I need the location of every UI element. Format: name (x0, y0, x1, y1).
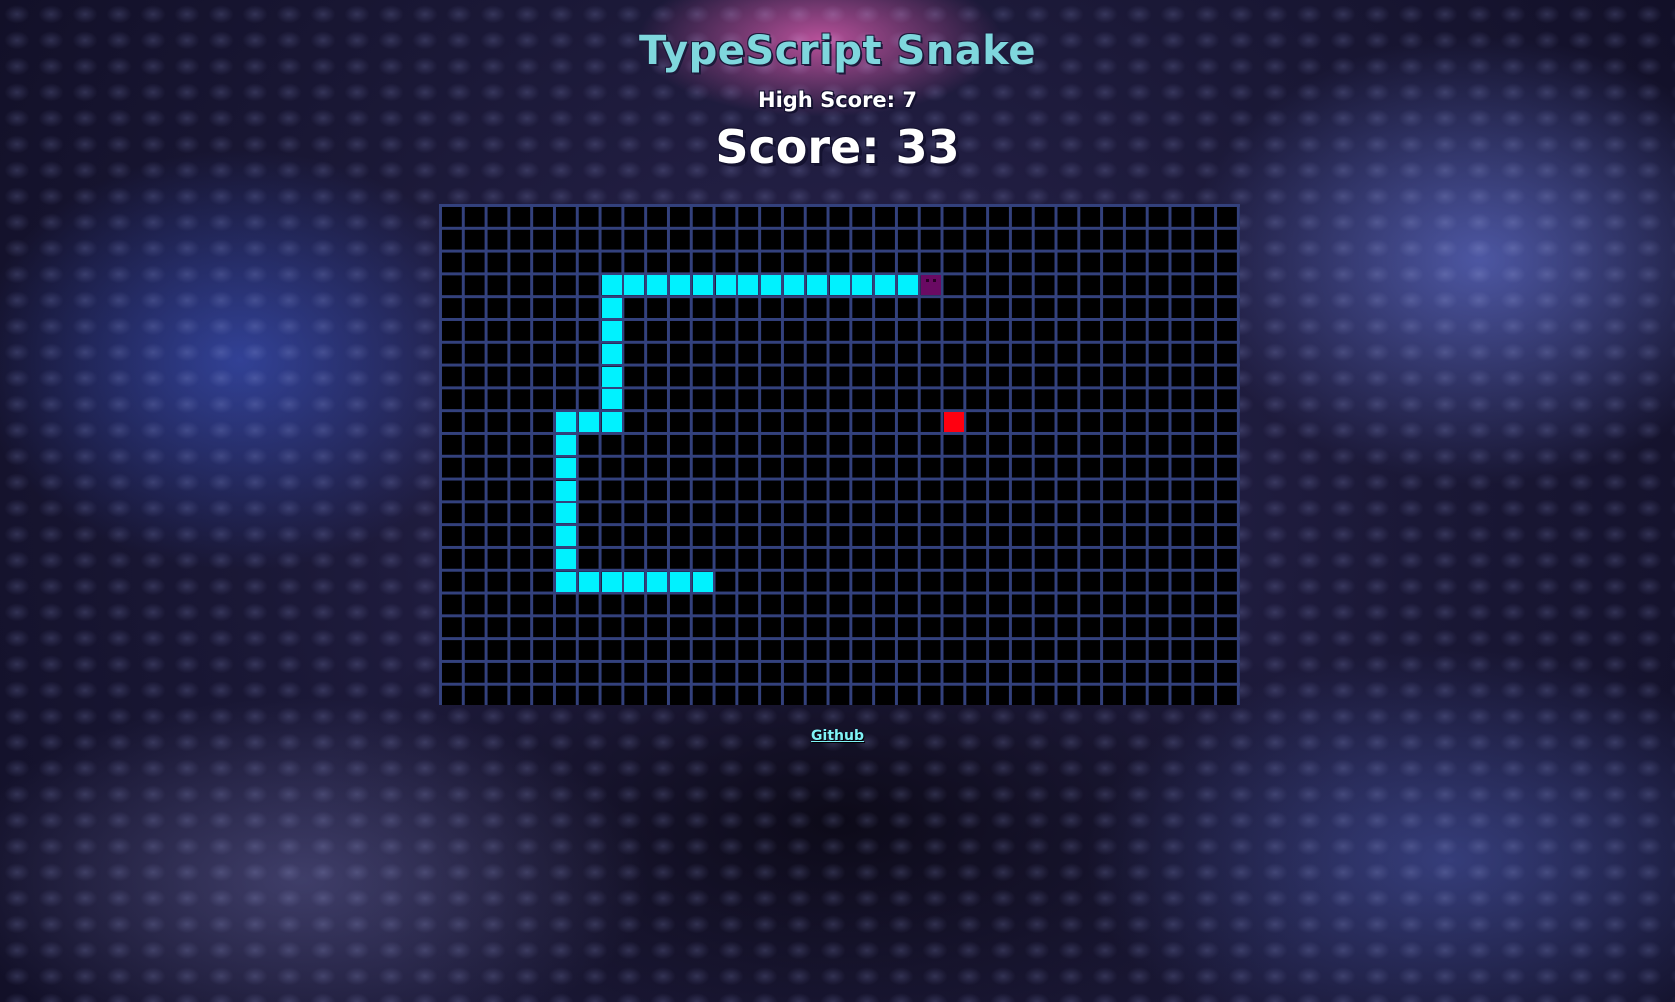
snake-segment (601, 412, 622, 433)
snake-segment (829, 275, 850, 296)
current-score: Score: 33 (715, 120, 960, 174)
snake-segment (647, 571, 668, 592)
snake-segment (875, 275, 896, 296)
snake-segment (578, 571, 599, 592)
game-board[interactable] (439, 204, 1240, 705)
snake-segment (601, 343, 622, 364)
github-link[interactable]: Github (811, 728, 864, 744)
snake-segment (556, 503, 576, 524)
snake-segment (670, 275, 690, 296)
snake-segment (578, 412, 599, 433)
high-score: High Score: 7 (758, 88, 917, 112)
snake-segment (556, 549, 576, 569)
snake-segment (784, 275, 804, 296)
snake-segment (556, 526, 576, 547)
snake-segment (601, 389, 622, 410)
snake-segment (624, 571, 645, 592)
footer: Github (0, 727, 1675, 745)
snake-segment (556, 412, 576, 433)
snake-segment (670, 571, 690, 592)
snake-head (920, 275, 941, 296)
snake-segment (556, 480, 576, 501)
game-title: TypeScript Snake (639, 28, 1036, 74)
snake-segment (806, 275, 827, 296)
food-pellet (943, 412, 964, 433)
snake-segment (601, 571, 622, 592)
snake-segment (556, 435, 576, 455)
snake-segment (761, 275, 782, 296)
snake-segment (647, 275, 668, 296)
snake-segment (852, 275, 873, 296)
snake-segment (624, 275, 645, 296)
snake-segment (556, 571, 576, 592)
snake-segment (692, 571, 713, 592)
snake-segment (692, 275, 713, 296)
snake-segment (601, 275, 622, 296)
snake-segment (601, 298, 622, 319)
snake-segment (738, 275, 759, 296)
snake-segment (601, 321, 622, 341)
snake-segment (556, 457, 576, 478)
snake-segment (715, 275, 736, 296)
snake-segment (601, 366, 622, 387)
snake-segment (898, 275, 918, 296)
